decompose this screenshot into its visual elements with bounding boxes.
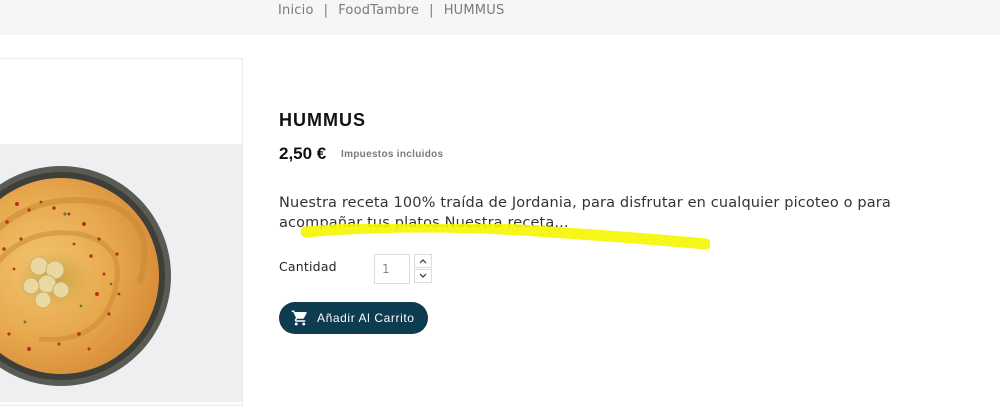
add-to-cart-button[interactable]: Añadir Al Carrito (279, 302, 428, 334)
product-image-frame[interactable] (0, 58, 243, 406)
product-price: 2,50 € (279, 144, 327, 163)
quantity-label: Cantidad (279, 259, 337, 274)
quantity-increase-button[interactable] (414, 254, 432, 268)
shopping-cart-icon (291, 309, 309, 327)
add-to-cart-label: Añadir Al Carrito (317, 311, 415, 325)
product-title: HUMMUS (279, 110, 366, 130)
chevron-down-icon (419, 273, 427, 278)
breadcrumb-category-link[interactable]: FoodTambre (338, 3, 419, 18)
breadcrumb-product-link[interactable]: HUMMUS (444, 3, 505, 18)
hummus-bowl-photo[interactable] (0, 144, 242, 402)
breadcrumb-home-link[interactable]: Inicio (278, 3, 314, 18)
product-description: Nuestra receta 100% traída de Jordania, … (279, 195, 891, 231)
hummus-bowl-illustration (0, 166, 171, 386)
chevron-up-icon (419, 259, 427, 264)
tax-included-label: Impuestos incluidos (341, 149, 444, 160)
breadcrumb-bar: Inicio | FoodTambre | HUMMUS (0, 0, 1000, 35)
quantity-input[interactable] (374, 254, 410, 284)
breadcrumb-separator: | (323, 3, 329, 18)
breadcrumb-separator: | (429, 3, 434, 18)
breadcrumb: Inicio | FoodTambre | HUMMUS (278, 3, 504, 18)
quantity-decrease-button[interactable] (414, 269, 432, 283)
